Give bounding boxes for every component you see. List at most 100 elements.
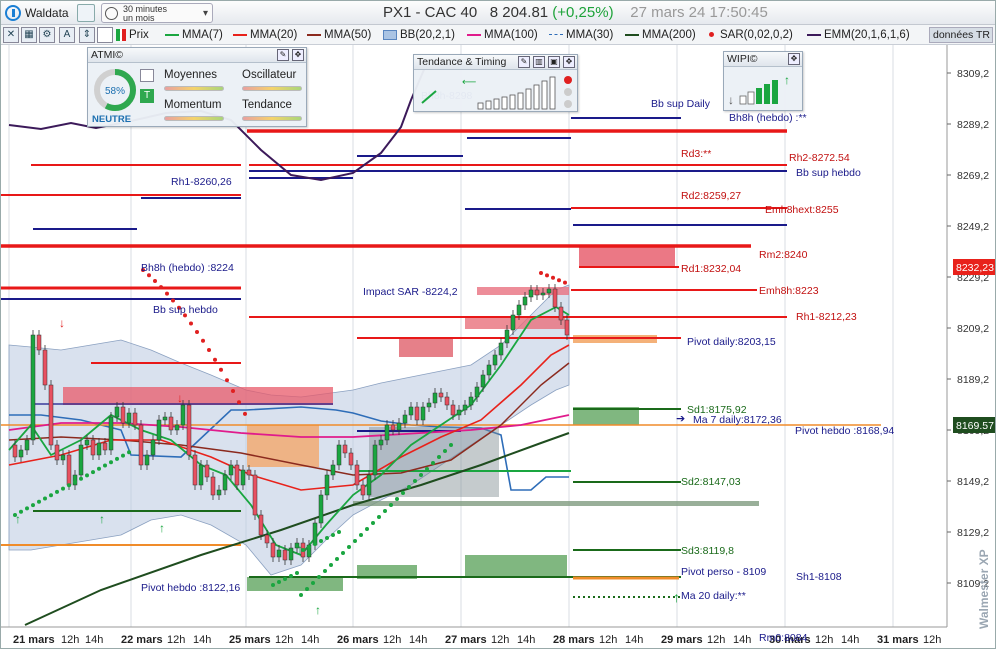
candle-body xyxy=(132,412,138,426)
candle-body xyxy=(222,474,228,491)
candle-body xyxy=(282,549,288,561)
down-arrow-icon: ↓ xyxy=(59,316,65,330)
indicator-mma30[interactable]: MMA(30) xyxy=(549,28,613,42)
indicator-label: MMA(50) xyxy=(324,29,372,41)
annotation-label: Bb sup Daily xyxy=(651,98,711,110)
move-icon[interactable]: ✥ xyxy=(292,49,304,61)
candle-body xyxy=(462,404,468,411)
sar-dot xyxy=(313,542,317,546)
atmi-title: ATMI© xyxy=(91,49,124,61)
up-arrow-icon: ↑ xyxy=(15,512,21,526)
price-tick-label: 8149,2 xyxy=(957,476,989,488)
grid-icon[interactable]: ▦ xyxy=(21,27,37,43)
sar-dot xyxy=(61,486,65,491)
sar-dot xyxy=(329,563,333,567)
sar-dot xyxy=(225,378,229,383)
timing-bars: ⟵ xyxy=(421,76,572,110)
candle-body xyxy=(192,454,198,486)
list-icon[interactable] xyxy=(140,69,154,82)
time-label: 12h xyxy=(491,634,509,646)
indicator-mma200[interactable]: MMA(200) xyxy=(625,28,696,42)
candle-body xyxy=(126,412,132,424)
candle-body xyxy=(216,489,222,496)
time-label: 26 mars xyxy=(337,634,379,646)
candle-body xyxy=(240,469,246,486)
candle-body xyxy=(12,444,18,458)
book-icon[interactable] xyxy=(77,4,95,22)
time-label: 14h xyxy=(517,634,535,646)
candle-body xyxy=(534,289,540,296)
atmi-label-oscillateur: Oscillateur xyxy=(242,69,297,81)
ma-price-label: 8169.57 xyxy=(956,420,994,432)
indicator-sar[interactable]: SAR(0,02,0,2) xyxy=(709,28,793,42)
candle-body xyxy=(246,469,252,476)
time-label: 12h xyxy=(815,634,833,646)
instrument-name: PX1 - CAC 40 xyxy=(383,4,478,21)
chevron-down-icon: ▾ xyxy=(202,8,208,19)
candle-body xyxy=(378,439,384,446)
sar-dot xyxy=(165,291,169,296)
sar-dot xyxy=(419,473,423,477)
candle-body xyxy=(42,349,48,386)
timeframe-select[interactable]: 30 minutes un mois ▾ xyxy=(101,3,213,23)
wipi-panel[interactable]: WIPI© ✥ ↓ ↑ xyxy=(723,51,803,111)
sar-dot xyxy=(337,530,341,534)
indicator-mma100[interactable]: MMA(100) xyxy=(467,28,538,42)
price-tick-label: 8189,2 xyxy=(957,374,989,386)
ap-icon[interactable]: A xyxy=(59,27,75,43)
move-icon[interactable]: ✥ xyxy=(788,53,800,65)
scale-icon[interactable]: ⇕ xyxy=(79,27,95,43)
momentum-gauge xyxy=(164,116,224,121)
sar-dot xyxy=(97,466,101,471)
indicator-mma7[interactable]: MMA(7) xyxy=(165,28,223,42)
tools-icon[interactable]: ✎ xyxy=(518,56,530,68)
indicator-mma50[interactable]: MMA(50) xyxy=(307,28,371,42)
indicator-mma20[interactable]: MMA(20) xyxy=(233,28,297,42)
indicator-bb[interactable]: BB(20,2,1) xyxy=(383,28,455,42)
move-icon[interactable]: ✥ xyxy=(563,56,575,68)
walmester-watermark: Walmester XP xyxy=(977,549,991,629)
candle-body xyxy=(384,424,390,441)
time-label: 14h xyxy=(85,634,103,646)
down-arrow-icon: ↓ xyxy=(728,93,734,107)
tendance-timing-panel[interactable]: Tendance & Timing ✎ ▥ ▣ ✥ ⟵ xyxy=(413,54,578,112)
sar-dot xyxy=(85,473,89,478)
sar-dot xyxy=(317,575,321,579)
data-source-button[interactable]: données TR xyxy=(929,27,993,43)
watermark-text: Walmester XP xyxy=(977,549,991,629)
indicator-emm[interactable]: EMM(20,1,6,1,6) xyxy=(807,28,910,42)
chart-settings-icon[interactable]: ⚙ xyxy=(39,27,55,43)
t-icon[interactable]: T xyxy=(140,89,154,103)
window-icon[interactable]: ▣ xyxy=(548,56,560,68)
atmi-label-moyennes: Moyennes xyxy=(164,69,218,81)
sar-dot xyxy=(331,533,335,537)
blank-icon[interactable] xyxy=(97,27,113,43)
tools-icon[interactable]: ✎ xyxy=(277,49,289,61)
chart-icon[interactable]: ▥ xyxy=(533,56,545,68)
candle-body xyxy=(360,484,366,496)
candle-body xyxy=(180,404,186,426)
price-chart[interactable]: 8309,28289,28269,28249,28229,28209,28189… xyxy=(1,45,996,649)
candle-body xyxy=(186,404,192,456)
candle-body xyxy=(162,416,168,421)
tools-icon[interactable]: ✕ xyxy=(3,27,19,43)
up-arrow-icon: ↑ xyxy=(297,542,303,556)
candle-body xyxy=(60,454,66,461)
tendance-title: Tendance & Timing xyxy=(417,56,507,68)
current-price-label: 8232,23 xyxy=(956,262,994,274)
sar-dot xyxy=(207,348,211,353)
indicator-label: MMA(7) xyxy=(182,29,223,41)
candle-body xyxy=(270,542,276,558)
candle-body xyxy=(432,392,438,404)
sar-dot xyxy=(371,521,375,525)
time-label: 22 mars xyxy=(121,634,163,646)
candle-body xyxy=(498,342,504,356)
atmi-panel[interactable]: ATMI© ✎ ✥ 58% NEUTRE T Moyennes Oscillat… xyxy=(87,47,307,127)
atmi-state: NEUTRE xyxy=(92,114,132,125)
last-price: 8 204.81 xyxy=(489,4,549,21)
candle-body xyxy=(468,396,474,406)
indicator-price[interactable]: Prix xyxy=(116,28,149,42)
candle-body xyxy=(318,494,324,524)
price-change: (+0,25%) xyxy=(552,4,614,21)
candle-body xyxy=(324,474,330,496)
